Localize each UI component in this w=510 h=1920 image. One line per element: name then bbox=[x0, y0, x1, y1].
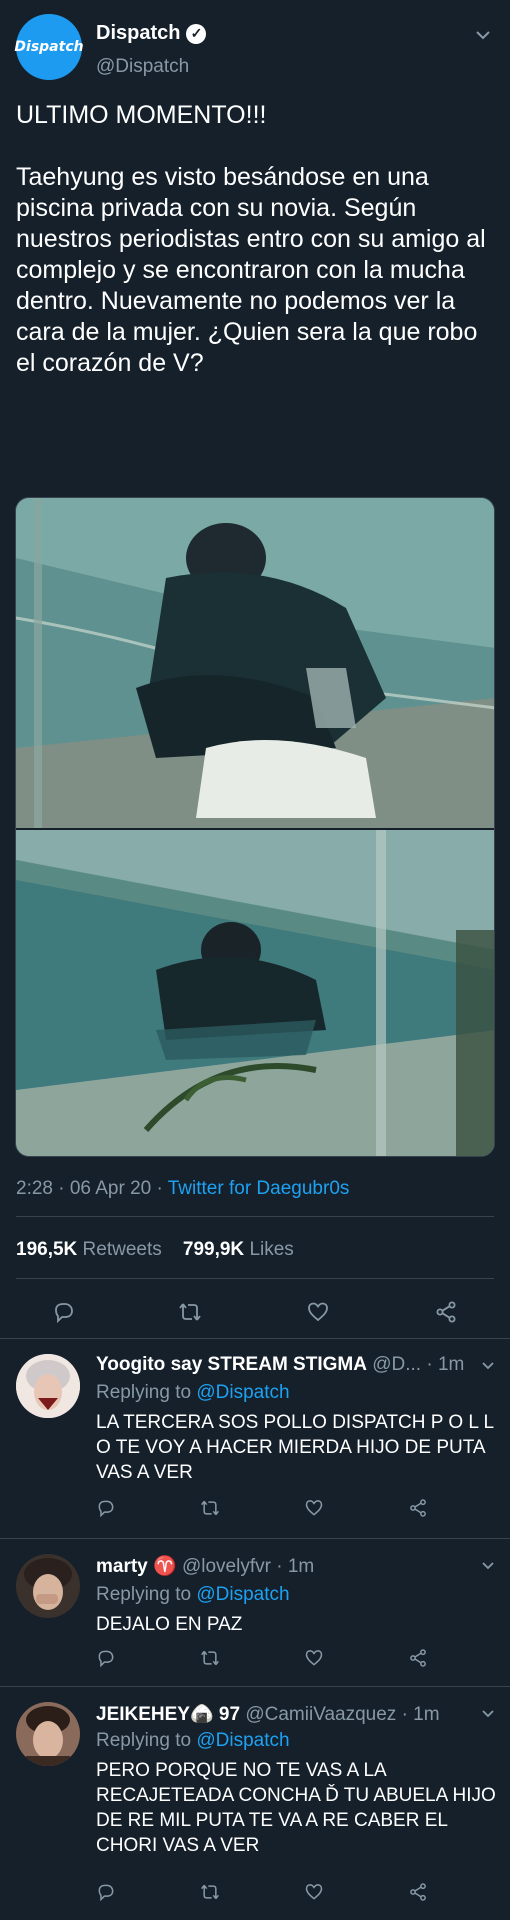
reply-author-handle[interactable]: @CamiiVaazquez · 1m bbox=[240, 1704, 439, 1725]
verified-icon: ✓ bbox=[186, 23, 207, 44]
tweet-stats: 196,5K Retweets 799,9K Likes bbox=[16, 1239, 294, 1261]
replying-to-label: Replying to bbox=[96, 1382, 197, 1403]
avatar[interactable]: Dispatch bbox=[14, 14, 84, 80]
retweets-label: Retweets bbox=[77, 1239, 162, 1260]
tweet-meta: 2:28 · 06 Apr 20 · Twitter for Daegubr0s bbox=[16, 1178, 349, 1200]
retweets-stat[interactable]: 196,5K Retweets bbox=[16, 1239, 162, 1260]
divider bbox=[16, 1216, 494, 1217]
tweet-photo-1[interactable] bbox=[16, 498, 494, 828]
tweet-source[interactable]: Twitter for Daegubr0s bbox=[168, 1178, 350, 1199]
share-icon[interactable] bbox=[408, 1648, 428, 1668]
like-icon[interactable] bbox=[304, 1648, 324, 1668]
reply-author-name-suffix: 97 bbox=[213, 1704, 241, 1725]
retweet-icon[interactable] bbox=[178, 1300, 202, 1324]
reply-actions bbox=[96, 1882, 496, 1912]
tweet-photo-2[interactable] bbox=[16, 830, 494, 1156]
reply-text: DEJALO EN PAZ bbox=[96, 1614, 243, 1635]
chevron-down-icon[interactable] bbox=[480, 1558, 496, 1574]
share-icon[interactable] bbox=[408, 1882, 428, 1902]
avatar[interactable] bbox=[16, 1702, 80, 1766]
like-icon[interactable] bbox=[306, 1300, 330, 1324]
retweets-count: 196,5K bbox=[16, 1239, 78, 1260]
reply-tweet[interactable]: Yoogito say STREAM STIGMA @D... · 1m Rep… bbox=[0, 1338, 510, 1538]
avatar-image bbox=[16, 1702, 80, 1766]
tweet-media[interactable] bbox=[15, 497, 495, 1157]
reply-header: JEIKEHEY🍙 97 @CamiiVaazquez · 1m bbox=[96, 1702, 466, 1726]
retweet-icon[interactable] bbox=[200, 1648, 220, 1668]
replying-to-handle[interactable]: @Dispatch bbox=[196, 1584, 289, 1605]
avatar-logo-text: Dispatch bbox=[14, 39, 84, 55]
replying-to: Replying to @Dispatch bbox=[96, 1730, 290, 1752]
reply-icon[interactable] bbox=[96, 1648, 116, 1668]
likes-count: 799,9K bbox=[182, 1239, 245, 1260]
reply-icon[interactable] bbox=[52, 1300, 76, 1324]
share-icon[interactable] bbox=[408, 1498, 428, 1518]
like-icon[interactable] bbox=[304, 1882, 324, 1902]
avatar[interactable] bbox=[16, 1554, 80, 1618]
replying-to: Replying to @Dispatch bbox=[96, 1584, 290, 1606]
aries-symbol: ♈ bbox=[153, 1556, 177, 1577]
reply-author-name[interactable]: Yoogito say STREAM STIGMA bbox=[96, 1354, 367, 1375]
tweet-header: Dispatch Dispatch ✓ @Dispatch bbox=[0, 0, 510, 100]
share-icon[interactable] bbox=[434, 1300, 458, 1324]
reply-icon[interactable] bbox=[96, 1882, 116, 1902]
retweet-icon[interactable] bbox=[200, 1882, 220, 1902]
photo-2-image bbox=[16, 830, 494, 1156]
rice-ball-emoji: 🍙 bbox=[189, 1704, 214, 1725]
avatar[interactable] bbox=[16, 1354, 80, 1418]
reply-text: PERO PORQUE NO TE VAS A LA RECAJETEADA C… bbox=[96, 1760, 496, 1856]
replying-to-handle[interactable]: @Dispatch bbox=[196, 1730, 289, 1751]
avatar-image bbox=[16, 1354, 80, 1418]
chevron-down-icon[interactable] bbox=[474, 26, 492, 44]
reply-author-handle[interactable]: @D... · 1m bbox=[367, 1354, 464, 1375]
tweet-actions bbox=[0, 1294, 510, 1334]
author-handle[interactable]: @Dispatch bbox=[96, 56, 189, 78]
replying-to-label: Replying to bbox=[96, 1584, 197, 1605]
replying-to-label: Replying to bbox=[96, 1730, 197, 1751]
likes-stat[interactable]: 799,9K Likes bbox=[183, 1239, 294, 1260]
replying-to: Replying to @Dispatch bbox=[96, 1382, 290, 1404]
reply-author-name[interactable]: JEIKEHEY bbox=[96, 1704, 190, 1725]
reply-actions bbox=[96, 1648, 496, 1678]
chevron-down-icon[interactable] bbox=[480, 1358, 496, 1374]
avatar-image bbox=[16, 1554, 80, 1618]
divider bbox=[16, 1278, 494, 1279]
chevron-down-icon[interactable] bbox=[480, 1706, 496, 1722]
reply-tweet[interactable]: JEIKEHEY🍙 97 @CamiiVaazquez · 1m Replyin… bbox=[0, 1686, 510, 1920]
reply-header: Yoogito say STREAM STIGMA @D... · 1m bbox=[96, 1354, 466, 1376]
retweet-icon[interactable] bbox=[200, 1498, 220, 1518]
reply-icon[interactable] bbox=[96, 1498, 116, 1518]
reply-header: marty ♈ @lovelyfvr · 1m bbox=[96, 1554, 466, 1578]
tweet-time: 2:28 · 06 Apr 20 · bbox=[16, 1178, 168, 1199]
replying-to-handle[interactable]: @Dispatch bbox=[196, 1382, 289, 1403]
tweet-text: ULTIMO MOMENTO!!! Taehyung es visto besá… bbox=[16, 101, 486, 377]
author-name-row[interactable]: Dispatch ✓ bbox=[96, 22, 207, 45]
reply-author-handle[interactable]: @lovelyfvr · 1m bbox=[177, 1556, 314, 1577]
reply-author-name[interactable]: marty bbox=[96, 1556, 153, 1577]
author-name[interactable]: Dispatch bbox=[96, 22, 180, 45]
reply-actions bbox=[96, 1498, 496, 1528]
like-icon[interactable] bbox=[304, 1498, 324, 1518]
reply-text: LA TERCERA SOS POLLO DISPATCH P O L L O … bbox=[96, 1412, 494, 1483]
photo-1-image bbox=[16, 498, 494, 828]
reply-tweet[interactable]: marty ♈ @lovelyfvr · 1m Replying to @Dis… bbox=[0, 1538, 510, 1686]
likes-label: Likes bbox=[244, 1239, 294, 1260]
